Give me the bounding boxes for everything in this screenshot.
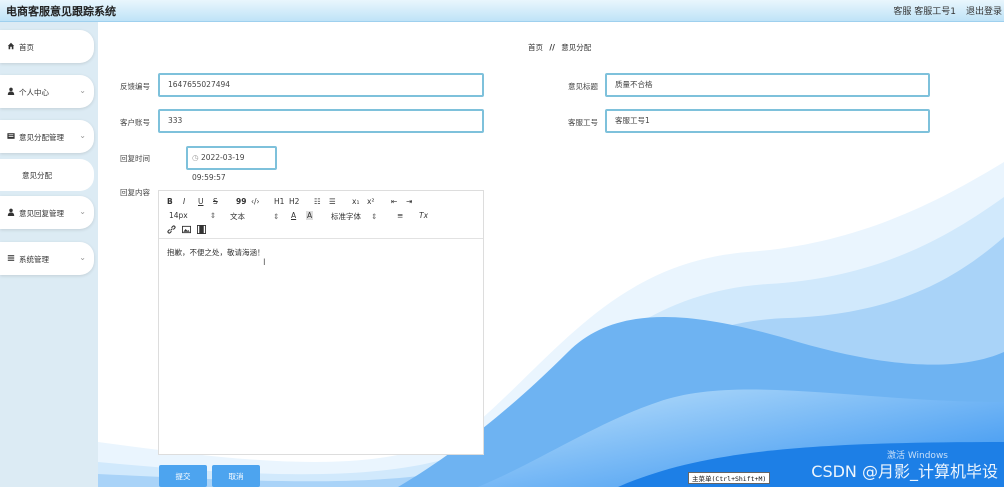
sidebar: 首页 个人中心 ⌄ 意见分配管理 ⌄ 意见分配 意见回复管理 ⌄ 系统管理 ⌄ (0, 22, 98, 487)
taskbar-tooltip: 主菜单(Ctrl+Shift+M) (688, 472, 771, 484)
header-type-value: 文本 (230, 212, 245, 221)
h2-button[interactable]: H2 (289, 197, 299, 206)
chevron-updown-icon: ⇕ (273, 212, 280, 221)
rich-text-editor[interactable]: B I U S 99 ‹/› H1 H2 ☷ ☰ x₁ x² ⇤ ⇥ 14px ⇕… (158, 190, 484, 455)
sidebar-item-assign-management[interactable]: 意见分配管理 ⌄ (0, 120, 94, 153)
account-label: 客户账号 (120, 118, 150, 127)
agent-field[interactable]: 客服工号1 (605, 109, 930, 133)
bullet-list-button[interactable]: ☰ (329, 197, 336, 206)
main-content: 首页 // 意见分配 反馈编号 1647655027494 意见标题 质量不合格… (98, 22, 1004, 487)
superscript-button[interactable]: x² (367, 197, 374, 206)
time-field[interactable]: ◷ 2022-03-19 09:59:57 (186, 146, 277, 182)
user-info: 客服 客服工号1 (893, 7, 956, 17)
title-label: 意见标题 (568, 82, 598, 91)
feedback-no-label: 反馈编号 (120, 82, 150, 91)
content-label: 回复内容 (120, 188, 150, 197)
align-button[interactable]: ≡ (397, 211, 403, 220)
sidebar-item-label: 首页 (19, 43, 34, 52)
underline-button[interactable]: U (198, 197, 204, 206)
background-color-button[interactable]: A (306, 211, 314, 220)
link-icon[interactable] (167, 225, 176, 234)
header-type-select[interactable]: 文本 ⇕ (230, 211, 279, 222)
chevron-down-icon: ⌄ (79, 86, 86, 95)
clock-icon: ◷ (192, 153, 199, 162)
sidebar-item-home[interactable]: 首页 (0, 30, 94, 63)
sidebar-subitem-label: 意见分配 (22, 171, 52, 180)
bold-button[interactable]: B (167, 197, 173, 206)
sidebar-item-label: 意见分配管理 (19, 133, 64, 142)
breadcrumb-home[interactable]: 首页 (528, 43, 543, 52)
font-color-button[interactable]: A (291, 211, 296, 220)
video-icon[interactable] (197, 225, 206, 234)
top-bar: 电商客服意见跟踪系统 客服 客服工号1 退出登录 (0, 0, 1004, 22)
csdn-watermark: CSDN @月影_计算机毕设 (811, 462, 998, 481)
indent-button[interactable]: ⇥ (406, 197, 412, 206)
strike-button[interactable]: S (213, 197, 218, 206)
outdent-button[interactable]: ⇤ (391, 197, 397, 206)
sidebar-item-reply-management[interactable]: 意见回复管理 ⌄ (0, 196, 94, 229)
font-family-select[interactable]: 标准字体 ⇕ (331, 211, 377, 222)
ordered-list-button[interactable]: ☷ (314, 197, 321, 206)
subscript-button[interactable]: x₁ (352, 197, 359, 206)
chevron-down-icon: ⌄ (79, 207, 86, 216)
user-icon (7, 208, 15, 216)
cancel-button[interactable]: 取消 (212, 465, 260, 487)
sidebar-item-system-management[interactable]: 系统管理 ⌄ (0, 242, 94, 275)
time-label: 回复时间 (120, 154, 150, 163)
sidebar-item-label: 意见回复管理 (19, 209, 64, 218)
title-field[interactable]: 质量不合格 (605, 73, 930, 97)
sidebar-subitem-assign[interactable]: 意见分配 (0, 159, 94, 191)
sidebar-item-personal-center[interactable]: 个人中心 ⌄ (0, 75, 94, 108)
menu-icon (7, 255, 15, 261)
font-family-value: 标准字体 (331, 212, 361, 221)
account-field[interactable]: 333 (158, 109, 484, 133)
code-button[interactable]: ‹/› (251, 197, 260, 206)
breadcrumb-current: 意见分配 (561, 43, 592, 52)
feedback-no-field[interactable]: 1647655027494 (158, 73, 484, 97)
user-icon (7, 87, 15, 95)
chevron-down-icon: ⌄ (79, 131, 86, 140)
editor-toolbar: B I U S 99 ‹/› H1 H2 ☷ ☰ x₁ x² ⇤ ⇥ 14px ⇕… (159, 191, 483, 239)
chevron-updown-icon: ⇕ (371, 212, 378, 221)
sidebar-item-label: 个人中心 (19, 88, 49, 97)
text-cursor-icon: I (263, 258, 266, 268)
image-icon[interactable] (182, 225, 191, 234)
quote-button[interactable]: 99 (236, 197, 246, 206)
breadcrumb-separator: // (549, 43, 555, 52)
logout-link[interactable]: 退出登录 (966, 4, 1002, 17)
editor-content[interactable]: 抱歉，不便之处，敬请海涵！ (167, 247, 265, 258)
submit-button[interactable]: 提交 (159, 465, 207, 487)
agent-label: 客服工号 (568, 118, 598, 127)
font-size-select[interactable]: 14px ⇕ (169, 211, 216, 220)
breadcrumb: 首页 // 意见分配 (528, 42, 591, 53)
clear-format-button[interactable]: Tx (419, 211, 428, 220)
list-icon (7, 133, 15, 139)
chevron-down-icon: ⌄ (79, 253, 86, 262)
app-title: 电商客服意见跟踪系统 (6, 5, 116, 18)
chevron-updown-icon: ⇕ (209, 211, 217, 220)
home-icon (7, 42, 15, 50)
italic-button[interactable]: I (183, 197, 185, 206)
font-size-value: 14px (169, 211, 188, 220)
h1-button[interactable]: H1 (274, 197, 284, 206)
sidebar-item-label: 系统管理 (19, 255, 49, 264)
